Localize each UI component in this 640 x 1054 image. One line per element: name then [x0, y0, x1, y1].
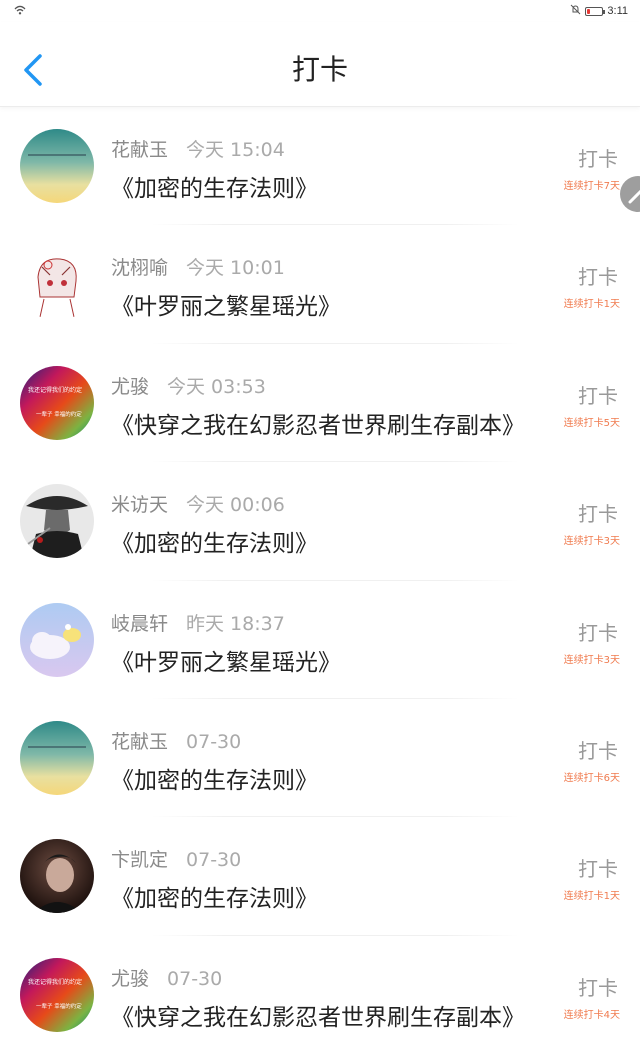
checkin-time: 07-30	[186, 849, 242, 872]
checkin-time: 07-30	[186, 730, 242, 753]
checkin-time: 今天 15:04	[186, 139, 285, 161]
avatar[interactable]	[20, 720, 94, 795]
book-title[interactable]: 《加密的生存法则》	[111, 761, 318, 795]
mute-icon	[570, 4, 581, 18]
book-title[interactable]: 《快穿之我在幻影忍者世界刷生存副本》	[111, 998, 525, 1032]
streak-badge: 连续打卡3天	[563, 654, 620, 666]
item-meta: 尤骏 07-30	[111, 964, 222, 991]
wifi-icon	[14, 5, 26, 18]
streak-badge: 连续打卡3天	[563, 536, 620, 548]
status-bar: 3:11	[0, 0, 640, 22]
floating-edit-button[interactable]	[620, 176, 640, 212]
list-item[interactable]: 岐晨轩 昨天 18:37 《叶罗丽之繁星瑶光》 打卡 连续打卡3天	[0, 581, 640, 699]
list-item[interactable]: 花献玉 今天 15:04 《加密的生存法则》 打卡 连续打卡7天	[0, 107, 640, 226]
checkin-time: 07-30	[167, 967, 223, 990]
item-meta: 花献玉 07-30	[111, 727, 241, 754]
checkin-button[interactable]: 打卡	[578, 853, 618, 882]
avatar-text: 一辈子 幸福的约定	[36, 1002, 82, 1010]
list-item[interactable]: 卞凯定 07-30 《加密的生存法则》 打卡 连续打卡1天	[0, 817, 640, 936]
checkin-time: 今天 03:53	[167, 375, 266, 398]
user-name: 尤骏	[111, 967, 150, 990]
item-meta: 花献玉 今天 15:04	[111, 135, 285, 162]
user-name: 米访天	[111, 494, 169, 517]
avatar[interactable]: 我还记得我们的约定 一辈子 幸福的约定	[20, 365, 94, 440]
checkin-button[interactable]: 打卡	[578, 498, 618, 527]
user-name: 岐晨轩	[111, 612, 169, 635]
list-item[interactable]: 米访天 今天 00:06 《加密的生存法则》 打卡 连续打卡3天	[0, 462, 640, 581]
streak-badge: 连续打卡7天	[563, 181, 620, 192]
user-name: 花献玉	[111, 730, 169, 753]
item-meta: 尤骏 今天 03:53	[111, 372, 266, 399]
checkin-time: 昨天 18:37	[186, 612, 285, 635]
checkin-button[interactable]: 打卡	[578, 735, 618, 764]
streak-badge: 连续打卡1天	[563, 299, 620, 311]
avatar-text: 一辈子 幸福的约定	[36, 410, 82, 418]
book-title[interactable]: 《加密的生存法则》	[111, 879, 318, 913]
avatar-text: 我还记得我们的约定	[28, 978, 82, 986]
streak-badge: 连续打卡4天	[563, 1009, 620, 1021]
avatar[interactable]	[20, 129, 94, 203]
book-title[interactable]: 《叶罗丽之繁星瑶光》	[111, 643, 341, 677]
streak-badge: 连续打卡1天	[563, 891, 620, 903]
item-meta: 岐晨轩 昨天 18:37	[111, 609, 285, 636]
page-title: 打卡	[291, 53, 348, 86]
checkin-list: 花献玉 今天 15:04 《加密的生存法则》 打卡 连续打卡7天 沈栩喻 今天 10…	[0, 107, 640, 1054]
checkin-button[interactable]: 打卡	[578, 972, 618, 1001]
streak-badge: 连续打卡5天	[563, 417, 620, 429]
avatar-text: 我还记得我们的约定	[28, 386, 82, 394]
checkin-button[interactable]: 打卡	[578, 380, 618, 409]
avatar[interactable]	[20, 247, 94, 322]
checkin-button[interactable]: 打卡	[578, 143, 618, 172]
item-meta: 米访天 今天 00:06	[111, 490, 285, 517]
list-item[interactable]: 我还记得我们的约定 一辈子 幸福的约定 尤骏 07-30 《快穿之我在幻影忍者世界…	[0, 936, 640, 1054]
user-name: 卞凯定	[111, 849, 169, 872]
user-name: 尤骏	[111, 375, 150, 398]
checkin-time: 今天 00:06	[186, 494, 285, 517]
list-item[interactable]: 沈栩喻 今天 10:01 《叶罗丽之繁星瑶光》 打卡 连续打卡1天	[0, 225, 640, 344]
user-name: 沈栩喻	[111, 257, 169, 280]
item-meta: 卞凯定 07-30	[111, 845, 241, 872]
list-item[interactable]: 我还记得我们的约定 一辈子 幸福的约定 尤骏 今天 03:53 《快穿之我在幻影忍…	[0, 344, 640, 463]
book-title[interactable]: 《加密的生存法则》	[111, 169, 318, 203]
streak-badge: 连续打卡6天	[563, 772, 620, 784]
list-item[interactable]: 花献玉 07-30 《加密的生存法则》 打卡 连续打卡6天	[0, 699, 640, 818]
book-title[interactable]: 《快穿之我在幻影忍者世界刷生存副本》	[111, 406, 525, 440]
checkin-button[interactable]: 打卡	[578, 261, 618, 290]
pencil-icon	[628, 189, 640, 204]
battery-icon	[585, 6, 606, 16]
avatar[interactable]	[20, 839, 94, 914]
status-time: 3:11	[607, 5, 628, 17]
header: 打卡	[0, 22, 640, 107]
book-title[interactable]: 《加密的生存法则》	[111, 524, 318, 558]
book-title[interactable]: 《叶罗丽之繁星瑶光》	[111, 287, 341, 321]
avatar[interactable]	[20, 602, 94, 677]
item-meta: 沈栩喻 今天 10:01	[111, 253, 285, 280]
avatar[interactable]	[20, 484, 94, 559]
checkin-time: 今天 10:01	[186, 257, 285, 280]
user-name: 花献玉	[111, 139, 169, 161]
avatar[interactable]: 我还记得我们的约定 一辈子 幸福的约定	[20, 957, 94, 1032]
checkin-button[interactable]: 打卡	[578, 617, 618, 646]
